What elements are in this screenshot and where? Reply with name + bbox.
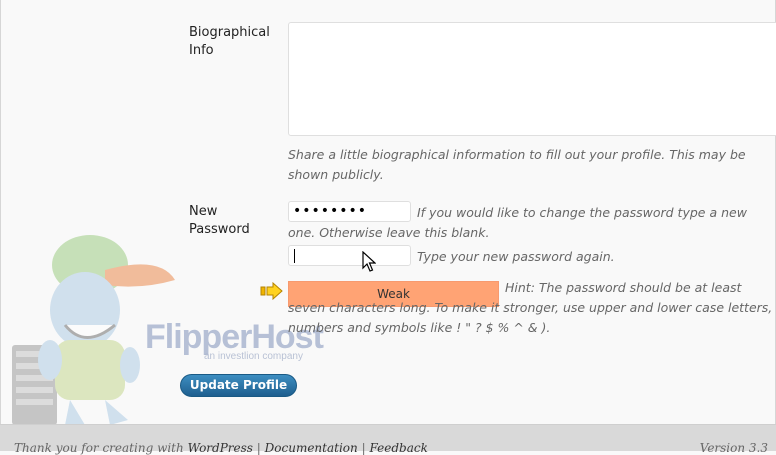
- footer-version: Version 3.3: [699, 441, 768, 455]
- footer-separator: |: [361, 441, 366, 455]
- footer-thanks-text: Thank you for creating with: [14, 441, 184, 455]
- confirm-password-input[interactable]: [288, 245, 411, 266]
- watermark-tagline: an investlion company: [204, 351, 303, 362]
- footer-thanks: Thank you for creating with WordPress | …: [14, 441, 428, 455]
- bio-label: Biographical Info: [189, 25, 270, 58]
- mouse-pointer-icon: [362, 251, 376, 272]
- text-caret: [294, 249, 295, 263]
- footer-feedback-link[interactable]: Feedback: [369, 441, 427, 455]
- confirm-password-help-text: Type your new password again.: [417, 249, 615, 264]
- password-hint-text: Hint: The password should be at least se…: [288, 280, 773, 335]
- password-help-text: If you would like to change the password…: [288, 205, 747, 240]
- arrow-right-icon: [260, 282, 283, 300]
- admin-footer: Thank you for creating with WordPress | …: [0, 424, 776, 455]
- footer-documentation-link[interactable]: Documentation: [265, 441, 358, 455]
- new-password-label: New Password: [189, 204, 250, 237]
- bio-textarea[interactable]: [288, 22, 776, 136]
- update-profile-button[interactable]: Update Profile: [180, 374, 297, 397]
- bio-help-text: Share a little biographical information …: [288, 147, 746, 182]
- footer-separator: |: [256, 441, 261, 455]
- footer-wordpress-link[interactable]: WordPress: [188, 441, 253, 455]
